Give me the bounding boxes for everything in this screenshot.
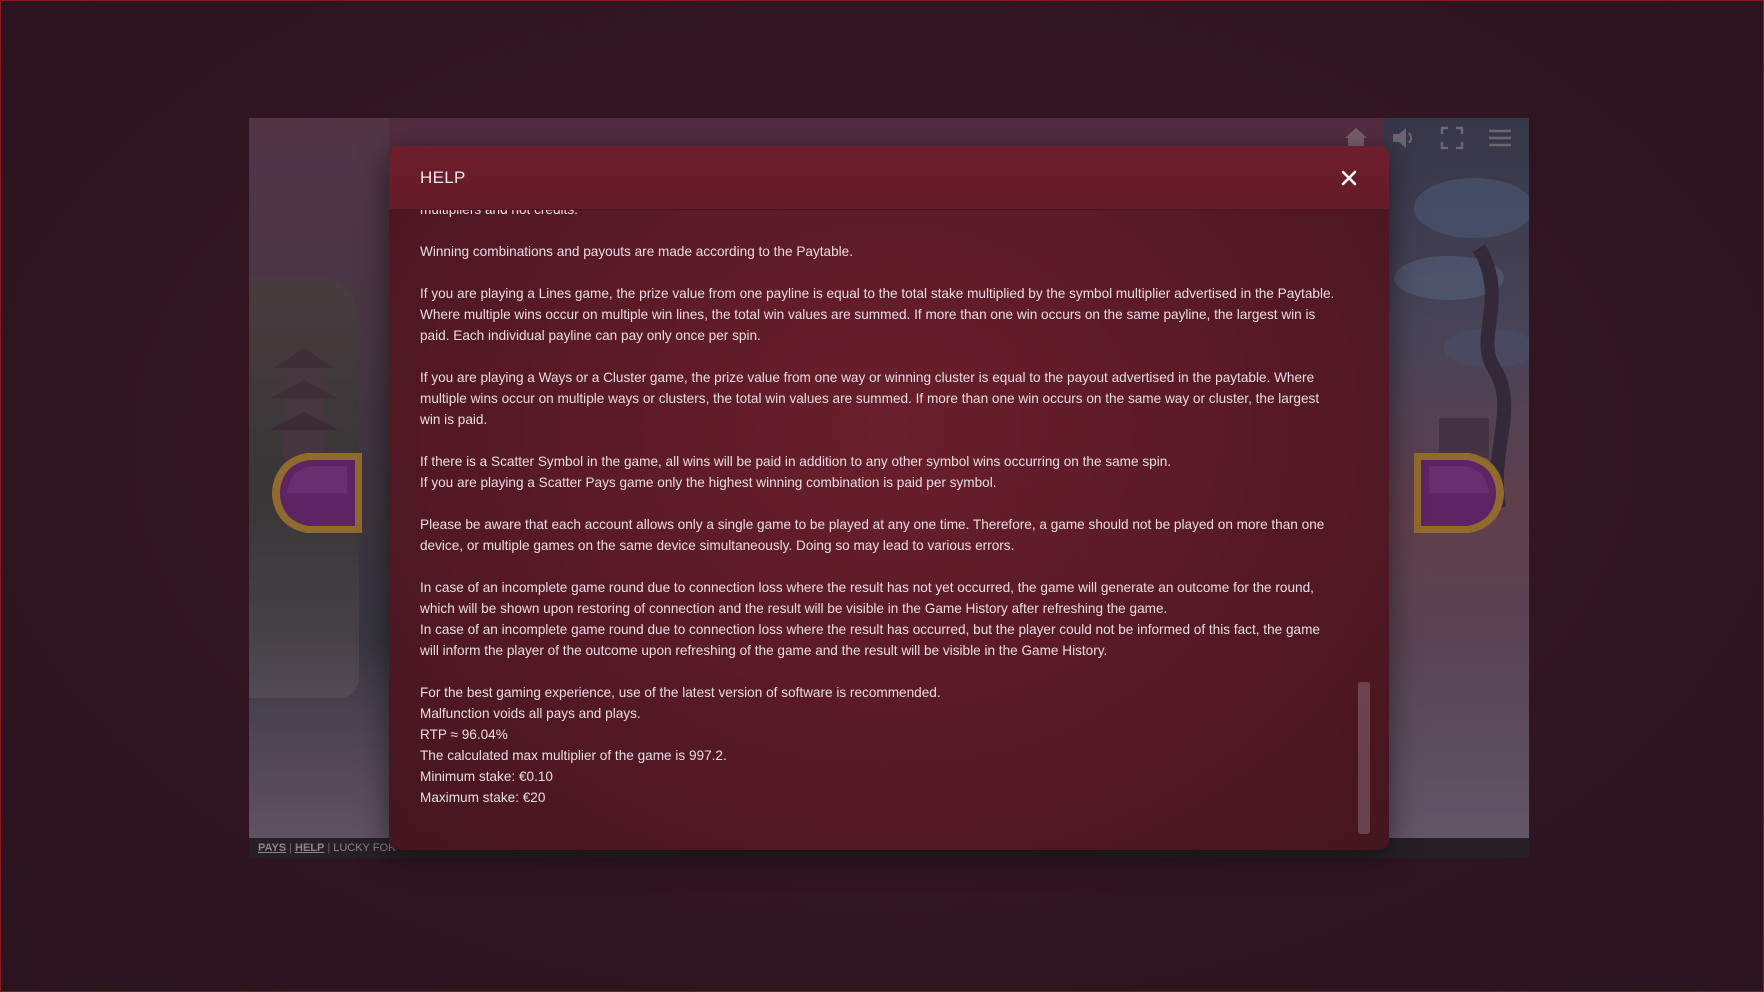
help-content[interactable]: multipliers and not credits. Winning comb… — [389, 210, 1389, 850]
help-line: multipliers and not credits. — [420, 210, 578, 217]
modal-header: HELP — [389, 146, 1389, 210]
help-line: Minimum stake: €0.10 — [420, 769, 553, 784]
close-icon — [1341, 170, 1357, 185]
help-paragraph: multipliers and not credits. — [420, 210, 1340, 220]
help-paragraph: If there is a Scatter Symbol in the game… — [420, 451, 1340, 493]
help-paragraph: Winning combinations and payouts are mad… — [420, 241, 1340, 262]
separator: | — [327, 842, 331, 854]
help-link[interactable]: HELP — [295, 842, 324, 854]
modal-title: HELP — [420, 167, 466, 187]
help-paragraph: For the best gaming experience, use of t… — [420, 682, 1340, 808]
help-line: If you are playing a Lines game, the pri… — [420, 286, 1335, 343]
help-paragraph: In case of an incomplete game round due … — [420, 577, 1340, 661]
help-line: If there is a Scatter Symbol in the game… — [420, 454, 1172, 469]
help-modal: HELP multipliers and not credits. Winning… — [389, 146, 1389, 850]
pays-link[interactable]: PAYS — [258, 842, 286, 854]
help-line: RTP ≈ 96.04% — [420, 727, 508, 742]
help-line: For the best gaming experience, use of t… — [420, 685, 941, 700]
help-line: In case of an incomplete game round due … — [420, 580, 1314, 616]
help-line: Please be aware that each account allows… — [420, 517, 1325, 553]
help-line: In case of an incomplete game round due … — [420, 622, 1320, 658]
help-line: Malfunction voids all pays and plays. — [420, 706, 641, 721]
help-line: The calculated max multiplier of the gam… — [420, 748, 727, 763]
help-line: Maximum stake: €20 — [420, 790, 546, 805]
close-button[interactable] — [1337, 166, 1361, 190]
help-line: If you are playing a Ways or a Cluster g… — [420, 370, 1320, 427]
help-text: multipliers and not credits. Winning comb… — [420, 210, 1340, 829]
help-paragraph: Please be aware that each account allows… — [420, 514, 1340, 556]
separator: | — [289, 842, 292, 854]
help-paragraph: If you are playing a Ways or a Cluster g… — [420, 367, 1340, 430]
help-line: If you are playing a Scatter Pays game o… — [420, 475, 997, 490]
help-line: Winning combinations and payouts are mad… — [420, 244, 853, 259]
game-name-label: LUCKY FOR — [333, 842, 396, 854]
scrollbar-thumb[interactable] — [1358, 682, 1370, 834]
help-paragraph: If you are playing a Lines game, the pri… — [420, 283, 1340, 346]
